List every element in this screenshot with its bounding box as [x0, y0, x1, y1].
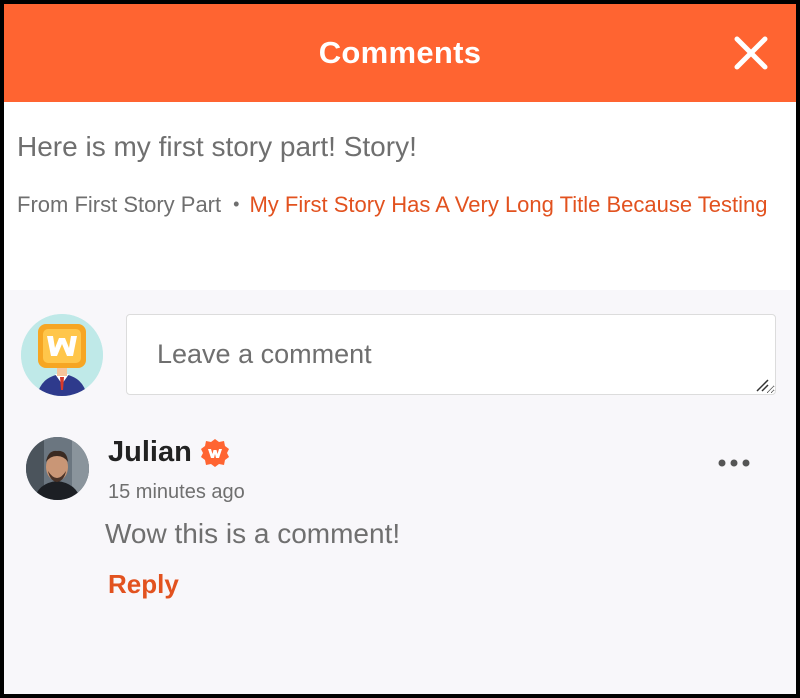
header-title: Comments: [318, 35, 482, 70]
story-title-link[interactable]: My First Story Has A Very Long Title Bec…: [249, 192, 767, 217]
more-options-icon[interactable]: [716, 452, 752, 474]
comment-body: Wow this is a comment!: [105, 518, 401, 549]
commenter-avatar[interactable]: [26, 437, 89, 500]
reply-button[interactable]: Reply: [108, 569, 179, 600]
wattpad-avatar-icon: [21, 314, 103, 396]
comment-author: Julian: [108, 436, 230, 469]
verified-badge-icon: [200, 438, 229, 467]
story-context: Here is my first story part! Story! From…: [4, 102, 796, 290]
story-meta: From First Story Part • My First Story Has…: [17, 179, 777, 230]
comment-timestamp: 15 minutes ago: [108, 481, 245, 503]
close-icon[interactable]: [732, 34, 770, 72]
comment-input[interactable]: [126, 314, 776, 395]
story-excerpt: Here is my first story part! Story!: [17, 131, 417, 162]
story-part-label: From First Story Part: [17, 192, 222, 217]
meta-separator: •: [233, 194, 240, 214]
author-name[interactable]: Julian: [108, 436, 192, 469]
comments-panel: Comments Here is my first story part! St…: [4, 4, 796, 694]
comments-header: Comments: [4, 4, 796, 102]
resize-handle-icon[interactable]: [755, 378, 769, 392]
